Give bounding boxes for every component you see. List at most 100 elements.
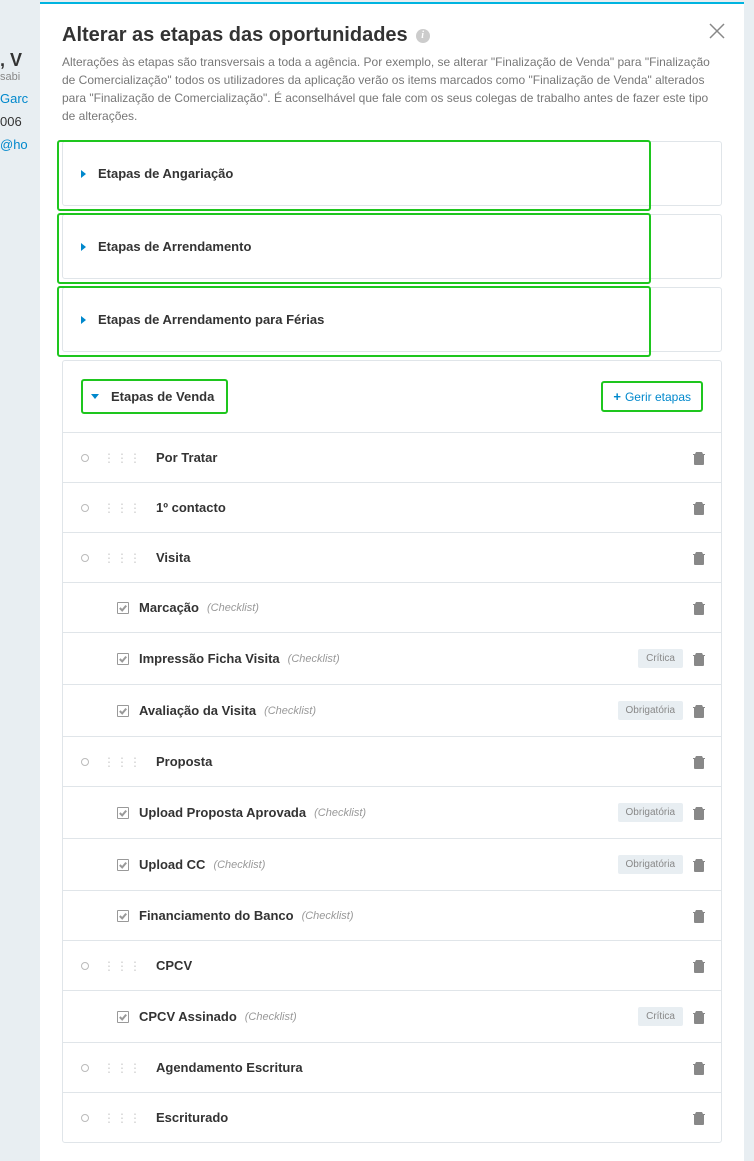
trash-icon xyxy=(691,908,707,924)
chevron-right-icon xyxy=(81,170,86,178)
stage-row: Marcação (Checklist) xyxy=(63,582,721,632)
checkbox-icon xyxy=(117,910,129,922)
stage-row: Upload Proposta Aprovada(Checklist)Obrig… xyxy=(63,786,721,838)
chevron-down-icon xyxy=(91,394,99,399)
section-venda: Etapas de Venda + Gerir etapas ⋮⋮⋮ Por Tr… xyxy=(62,360,722,1143)
stage-label: Upload CC xyxy=(139,857,205,872)
section-header-venda[interactable]: Etapas de Venda + Gerir etapas xyxy=(63,361,721,432)
trash-icon xyxy=(691,857,707,873)
section-header-arrendamento[interactable]: Etapas de Arrendamento xyxy=(63,215,721,278)
checklist-note: (Checklist) xyxy=(314,807,366,819)
trash-icon xyxy=(691,600,707,616)
section-title-arrendamento-ferias: Etapas de Arrendamento para Férias xyxy=(98,312,324,327)
stage-row: ⋮⋮⋮Agendamento Escritura xyxy=(63,1042,721,1092)
plus-icon: + xyxy=(613,389,621,404)
section-header-angariacao[interactable]: Etapas de Angariação xyxy=(63,142,721,205)
gerir-etapas-button[interactable]: + Gerir etapas xyxy=(601,381,703,412)
trash-icon xyxy=(691,651,707,667)
delete-button[interactable] xyxy=(691,754,707,770)
trash-icon xyxy=(691,450,707,466)
trash-icon xyxy=(691,754,707,770)
delete-button[interactable] xyxy=(691,703,707,719)
delete-button[interactable] xyxy=(691,908,707,924)
stage-row: ⋮⋮⋮ Visita xyxy=(63,532,721,582)
stage-label: Marcação xyxy=(139,600,199,615)
trash-icon xyxy=(691,1009,707,1025)
close-button[interactable] xyxy=(708,22,726,40)
trash-icon xyxy=(691,1110,707,1126)
tag-critica: Crítica xyxy=(638,1007,683,1026)
stage-label: Visita xyxy=(156,550,190,565)
stage-row: Upload CC (Checklist) Obrigatória xyxy=(63,838,721,890)
tag-obrigatoria: Obrigatória xyxy=(618,701,683,720)
modal-overlay: Alterar as etapas das oportunidades i Al… xyxy=(0,0,754,1156)
stage-label: 1º contacto xyxy=(156,500,226,515)
timeline-dot-icon xyxy=(81,454,89,462)
drag-handle-icon[interactable]: ⋮⋮⋮ xyxy=(103,451,142,465)
section-arrendamento[interactable]: Etapas de Arrendamento xyxy=(62,214,722,279)
stage-label: Impressão Ficha Visita xyxy=(139,651,280,666)
delete-button[interactable] xyxy=(691,500,707,516)
info-icon[interactable]: i xyxy=(416,29,430,43)
drag-handle-icon[interactable]: ⋮⋮⋮ xyxy=(103,551,142,565)
chevron-right-icon xyxy=(81,243,86,251)
checklist-note: (Checklist) xyxy=(213,859,265,871)
stage-row: ⋮⋮⋮ Proposta xyxy=(63,736,721,786)
trash-icon xyxy=(691,958,707,974)
drag-handle-icon[interactable]: ⋮⋮⋮ xyxy=(103,1061,142,1075)
trash-icon xyxy=(691,550,707,566)
stage-row: ⋮⋮⋮Escriturado xyxy=(63,1092,721,1142)
timeline-dot-icon xyxy=(81,554,89,562)
delete-button[interactable] xyxy=(691,1009,707,1025)
venda-title-highlight: Etapas de Venda xyxy=(81,379,228,414)
delete-button[interactable] xyxy=(691,651,707,667)
drag-handle-icon[interactable]: ⋮⋮⋮ xyxy=(103,755,142,769)
checkbox-icon xyxy=(117,602,129,614)
section-title-arrendamento: Etapas de Arrendamento xyxy=(98,239,251,254)
modal-title-text: Alterar as etapas das oportunidades xyxy=(62,24,408,47)
drag-handle-icon[interactable]: ⋮⋮⋮ xyxy=(103,959,142,973)
checklist-note: (Checklist) xyxy=(264,705,316,717)
timeline-dot-icon xyxy=(81,758,89,766)
stage-label: Financiamento do Banco xyxy=(139,908,294,923)
delete-button[interactable] xyxy=(691,857,707,873)
stage-label: CPCV Assinado xyxy=(139,1009,237,1024)
delete-button[interactable] xyxy=(691,600,707,616)
stage-list: ⋮⋮⋮ Por Tratar ⋮⋮⋮ 1º contacto ⋮⋮⋮ Visita Marc… xyxy=(63,432,721,1142)
timeline-dot-icon xyxy=(81,504,89,512)
stage-row: ⋮⋮⋮ CPCV xyxy=(63,940,721,990)
checklist-note: (Checklist) xyxy=(288,653,340,665)
section-angariacao[interactable]: Etapas de Angariação xyxy=(62,141,722,206)
drag-handle-icon[interactable]: ⋮⋮⋮ xyxy=(103,501,142,515)
stage-label: CPCV xyxy=(156,958,192,973)
chevron-right-icon xyxy=(81,316,86,324)
gerir-etapas-label: Gerir etapas xyxy=(625,390,691,404)
checklist-note: (Checklist) xyxy=(207,602,259,614)
delete-button[interactable] xyxy=(691,1060,707,1076)
checkbox-icon xyxy=(117,705,129,717)
checklist-note: (Checklist) xyxy=(302,910,354,922)
delete-button[interactable] xyxy=(691,550,707,566)
delete-button[interactable] xyxy=(691,450,707,466)
stage-row: Financiamento do Banco (Checklist) xyxy=(63,890,721,940)
checkbox-icon xyxy=(117,859,129,871)
section-arrendamento-ferias[interactable]: Etapas de Arrendamento para Férias xyxy=(62,287,722,352)
section-header-arrendamento-ferias[interactable]: Etapas de Arrendamento para Férias xyxy=(63,288,721,351)
delete-button[interactable] xyxy=(691,1110,707,1126)
checkbox-icon xyxy=(117,807,129,819)
trash-icon xyxy=(691,1060,707,1076)
stage-label: Por Tratar xyxy=(156,450,217,465)
tag-obrigatoria: Obrigatória xyxy=(618,855,683,874)
drag-handle-icon[interactable]: ⋮⋮⋮ xyxy=(103,1111,142,1125)
tag-critica: Crítica xyxy=(638,649,683,668)
delete-button[interactable] xyxy=(691,805,707,821)
close-icon xyxy=(708,22,726,40)
modal-description: Alterações às etapas são transversais a … xyxy=(62,53,722,125)
stage-row: ⋮⋮⋮ 1º contacto xyxy=(63,482,721,532)
timeline-dot-icon xyxy=(81,1064,89,1072)
timeline-dot-icon xyxy=(81,962,89,970)
stage-row: CPCV Assinado(Checklist)Crítica xyxy=(63,990,721,1042)
stage-label: Proposta xyxy=(156,754,212,769)
stage-row: ⋮⋮⋮ Por Tratar xyxy=(63,432,721,482)
delete-button[interactable] xyxy=(691,958,707,974)
